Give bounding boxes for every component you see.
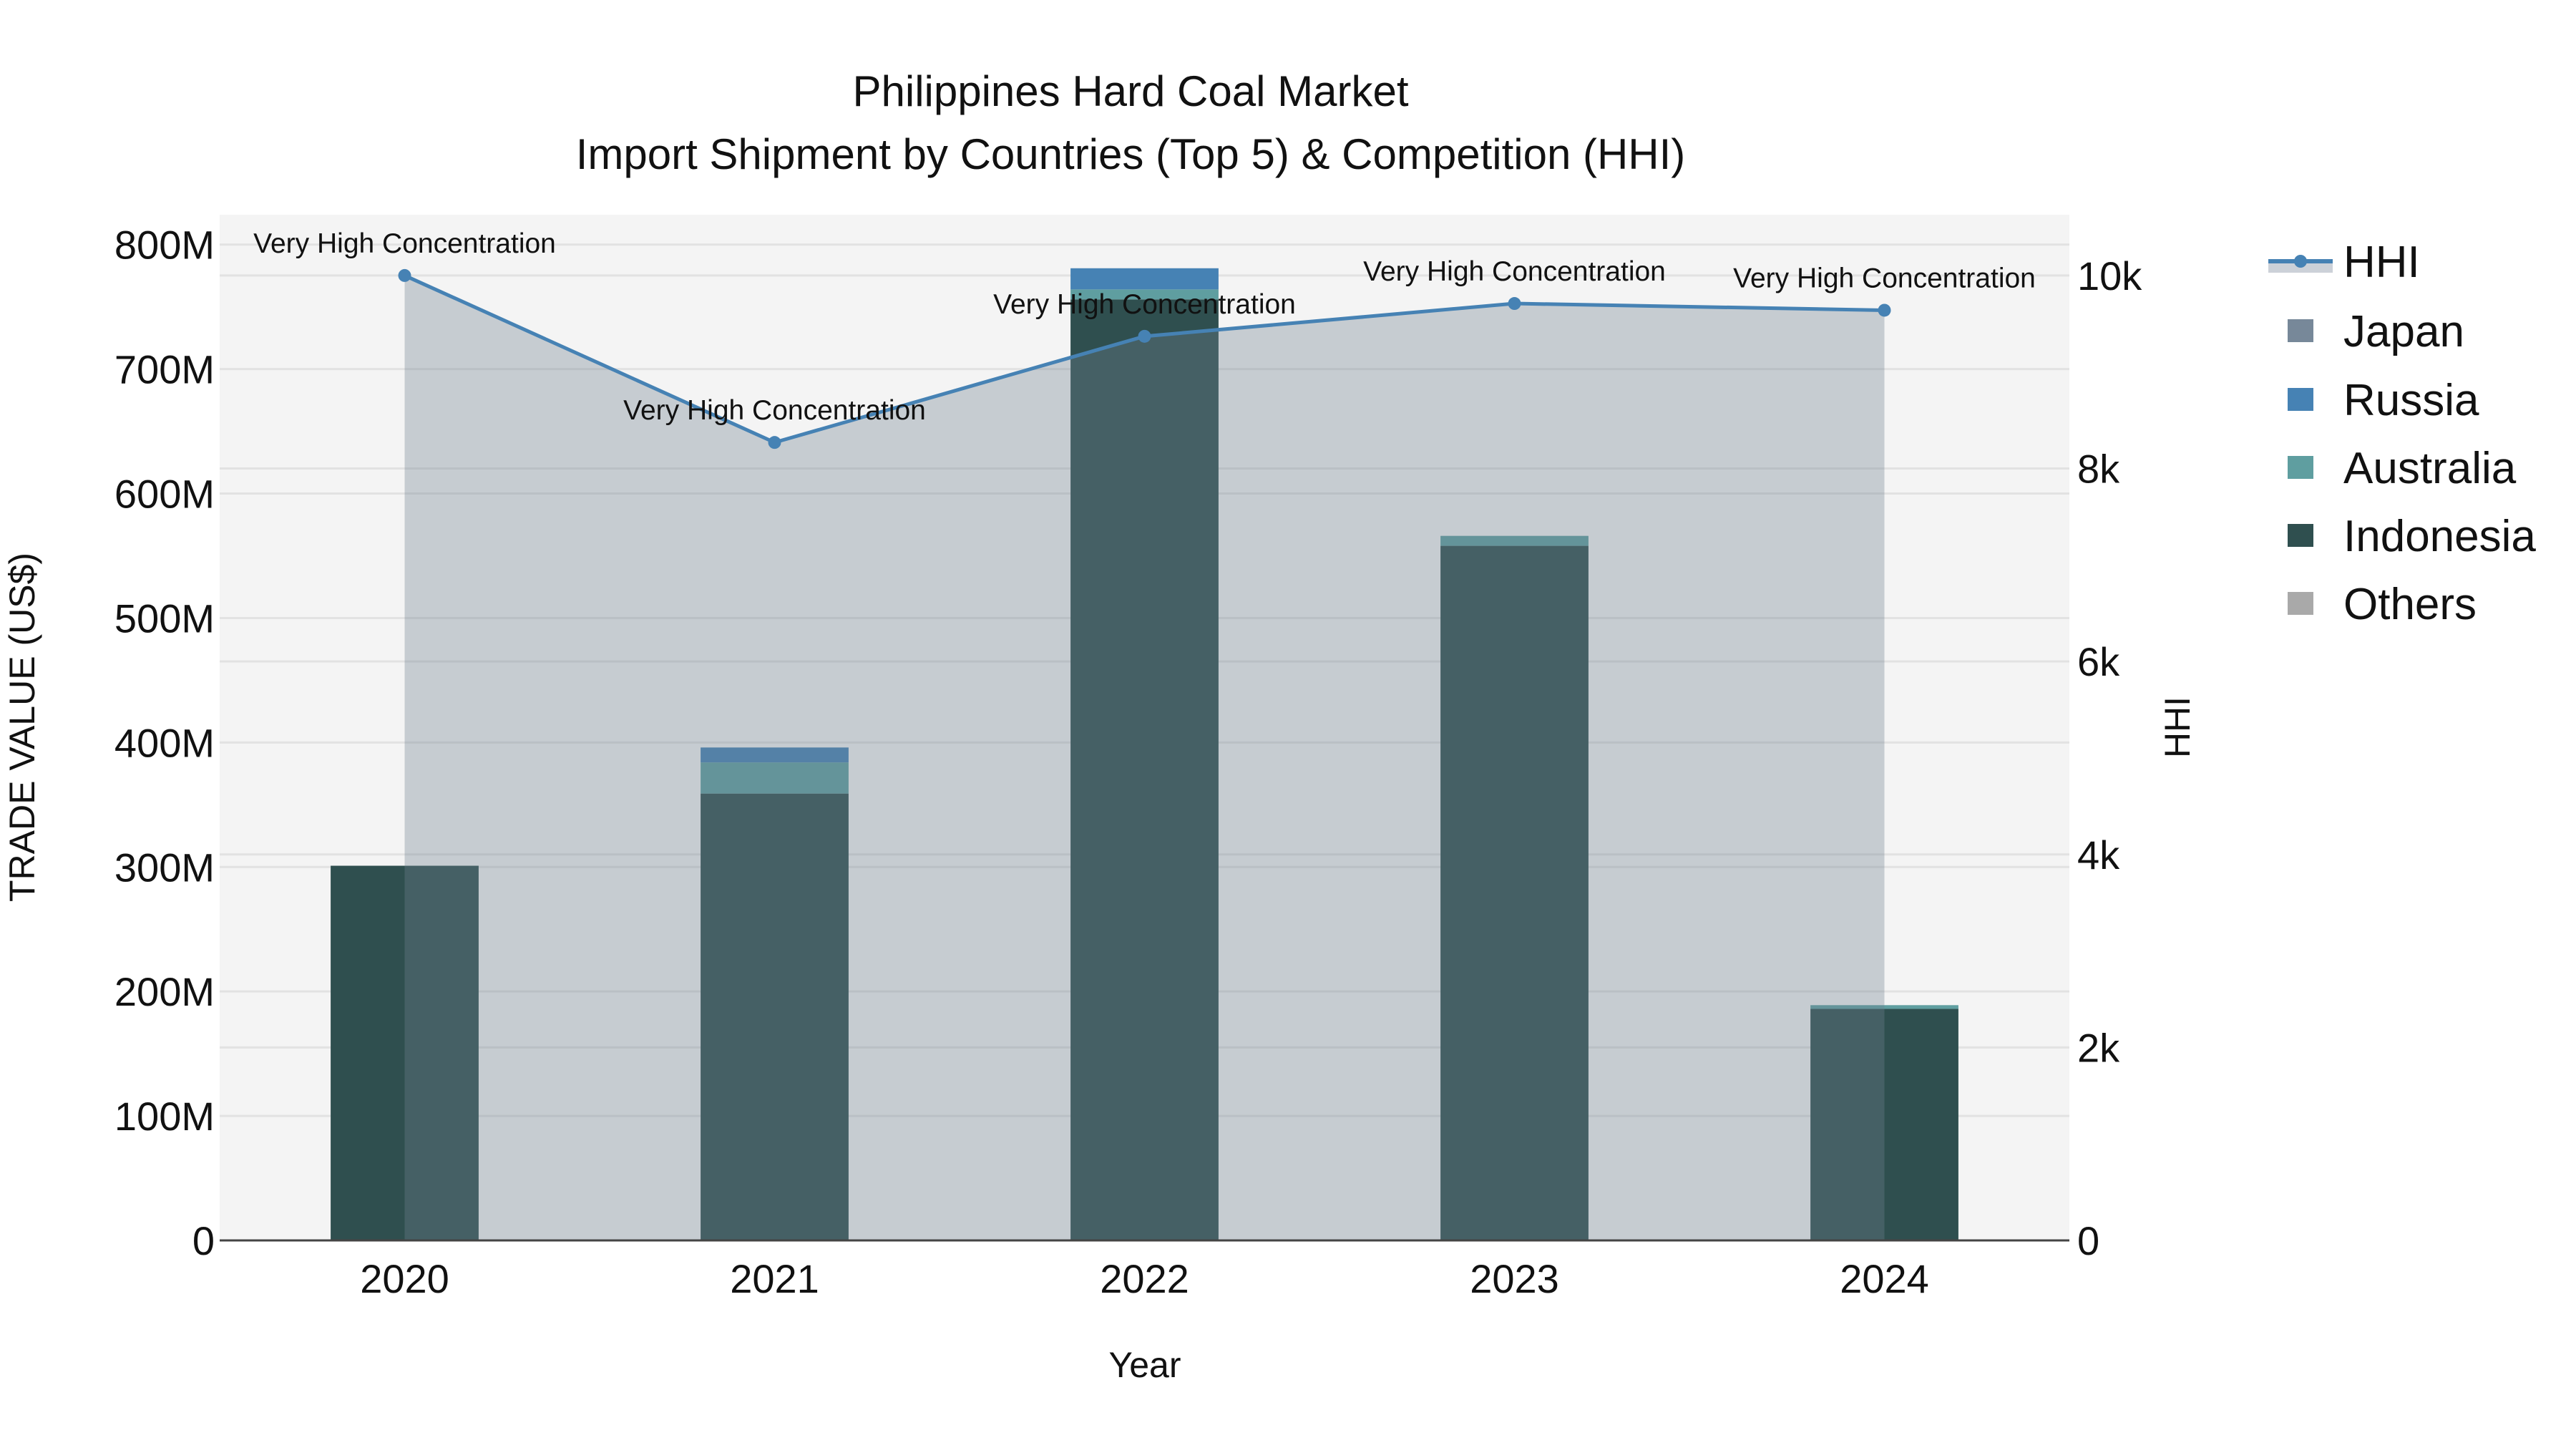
- hhi-annotation: Very High Concentration: [993, 289, 1296, 320]
- hhi-series: Very High Concentration Very High Concent…: [253, 228, 2036, 1241]
- y-tick-label: 100M: [114, 1094, 215, 1139]
- y2-tick-label: 4k: [2077, 832, 2120, 878]
- y2-axis-ticks: 0 2k 4k 6k 8k 10k: [2077, 253, 2142, 1263]
- y-tick-label: 0: [192, 1218, 215, 1263]
- x-axis-ticks: 2020 2021 2022 2023 2024: [360, 1256, 1929, 1301]
- y2-tick-label: 0: [2077, 1218, 2099, 1263]
- legend-label-australia: Australia: [2343, 444, 2517, 493]
- y2-tick-label: 10k: [2077, 253, 2142, 298]
- bar-russia-2022: [1070, 268, 1219, 290]
- y-tick-label: 800M: [114, 223, 215, 268]
- hhi-annotation: Very High Concentration: [1363, 256, 1666, 287]
- hhi-annotation: Very High Concentration: [1733, 263, 2036, 293]
- y-axis-ticks: 0 100M 200M 300M 400M 500M 600M 700M 800M: [114, 223, 215, 1263]
- x-tick-label: 2023: [1470, 1256, 1559, 1301]
- x-tick-label: 2021: [730, 1256, 819, 1301]
- hhi-annotation: Very High Concentration: [623, 395, 926, 426]
- legend-swatch-australia: [2288, 456, 2313, 479]
- legend-label-others: Others: [2343, 580, 2477, 629]
- y-tick-label: 400M: [114, 720, 215, 765]
- legend-hhi-marker: [2294, 255, 2307, 268]
- y-tick-label: 200M: [114, 969, 215, 1014]
- y-tick-label: 500M: [114, 596, 215, 641]
- hhi-point: [1508, 297, 1521, 311]
- hhi-point: [398, 268, 411, 282]
- legend-swatch-japan: [2288, 319, 2313, 342]
- y-axis-title: TRADE VALUE (US$): [2, 553, 42, 902]
- chart-title: Philippines Hard Coal Market: [852, 67, 1408, 115]
- legend: HHI Japan Russia Australia Indonesia Others: [2268, 238, 2536, 629]
- y2-tick-label: 8k: [2077, 447, 2120, 492]
- chart: Very High Concentration Very High Concent…: [2, 67, 2536, 1385]
- chart-subtitle: Import Shipment by Countries (Top 5) & C…: [576, 130, 1686, 178]
- y2-tick-label: 2k: [2077, 1025, 2120, 1070]
- hhi-point: [1878, 303, 1891, 317]
- x-tick-label: 2022: [1100, 1256, 1189, 1301]
- legend-label-russia: Russia: [2343, 376, 2479, 425]
- legend-swatch-indonesia: [2288, 524, 2313, 547]
- legend-swatch-russia: [2288, 388, 2313, 411]
- legend-label-japan: Japan: [2343, 307, 2464, 356]
- y2-axis-title: HHI: [2157, 696, 2197, 758]
- hhi-point: [1138, 329, 1151, 343]
- legend-swatch-others: [2288, 592, 2313, 615]
- x-axis-title: Year: [1108, 1345, 1181, 1385]
- y-tick-label: 700M: [114, 347, 215, 392]
- y-tick-label: 600M: [114, 472, 215, 517]
- hhi-point: [768, 436, 781, 449]
- legend-label-indonesia: Indonesia: [2343, 512, 2536, 561]
- hhi-annotation: Very High Concentration: [253, 228, 556, 259]
- x-tick-label: 2020: [360, 1256, 449, 1301]
- y-tick-label: 300M: [114, 845, 215, 890]
- x-tick-label: 2024: [1840, 1256, 1929, 1301]
- legend-label-hhi: HHI: [2343, 238, 2420, 287]
- y2-tick-label: 6k: [2077, 639, 2120, 684]
